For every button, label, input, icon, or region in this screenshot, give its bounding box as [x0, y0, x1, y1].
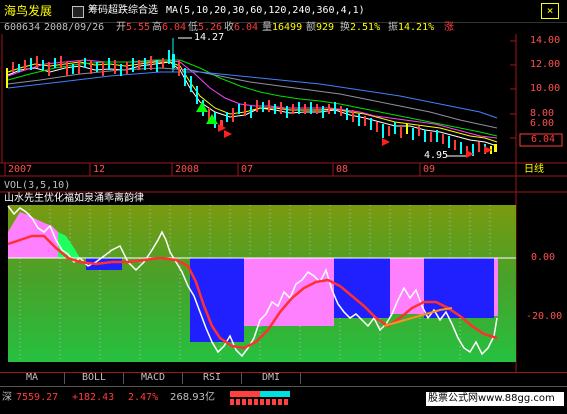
candlesticks [6, 38, 497, 156]
osc-tick-minus20: -20.00 [526, 311, 563, 322]
index-change: +182.43 [72, 392, 115, 403]
price-tick-1: 14.00 [530, 35, 561, 46]
max-annotation: 14.27 [194, 32, 225, 43]
breadth-ticks [230, 399, 290, 405]
tab-rsi[interactable]: RSI [183, 372, 242, 384]
ma-params: MA(5,10,20,30,60,120,240,360,4,1) [166, 5, 365, 16]
index-name: 深 [2, 392, 12, 403]
signal-arrows [218, 124, 492, 158]
amplitude-value: 14.21% [398, 22, 435, 33]
status-bar: 深 7559.27 +182.43 2.47% 268.93亿 股票公式网www… [0, 386, 567, 414]
quote-date: 2008/09/26 [44, 22, 105, 33]
indicator-name[interactable]: 筹码超跌综合选 [88, 5, 158, 17]
time-label-08: 08 [336, 164, 349, 175]
turnover-value: 2.51% [350, 22, 381, 33]
tab-boll-label: BOLL [81, 372, 107, 383]
close-label: 收 [224, 22, 234, 33]
close-button[interactable]: × [541, 3, 559, 19]
period-label[interactable]: 日线 [524, 164, 544, 176]
time-label-07: 07 [241, 164, 254, 175]
price-tick-2: 12.00 [530, 59, 561, 70]
status-bar-top-line [0, 386, 567, 387]
open-label: 开 [116, 22, 126, 33]
vol-panel-label: VOL(3,5,10) [4, 180, 71, 191]
indicator-checkbox[interactable] [72, 6, 84, 18]
time-axis-ticks [4, 163, 421, 176]
tab-dmi-label: DMI [261, 372, 281, 383]
title-bar: 海鸟发展 筹码超跌综合选 MA(5,10,20,30,60,120,240,36… [0, 0, 567, 23]
watermark-box: 股票公式网www.88gg.com [426, 392, 564, 406]
osc-tick-0: 0.00 [531, 252, 556, 263]
stock-code: 600634 [4, 22, 41, 33]
tab-macd-label: MACD [140, 372, 166, 383]
price-axis-gridticks [510, 40, 516, 139]
moving-averages [7, 59, 498, 147]
price-tick-3: 10.00 [530, 83, 561, 94]
more-indicator: 涨 [444, 22, 454, 33]
vol-value: 16499 [272, 22, 303, 33]
index-turnover: 268.93亿 [170, 392, 215, 403]
close-icon: × [546, 4, 554, 17]
amplitude-label: 振 [388, 22, 398, 33]
time-label-2008: 2008 [175, 164, 200, 175]
turnover-label: 换 [340, 22, 350, 33]
tab-ma-label: MA [25, 372, 39, 383]
tab-rsi-label: RSI [202, 372, 222, 383]
high-label: 高 [152, 22, 162, 33]
amount-value: 929 [316, 22, 335, 33]
time-label-09: 09 [423, 164, 436, 175]
time-label-12: 12 [93, 164, 106, 175]
tab-macd[interactable]: MACD [124, 372, 183, 384]
index-change-pct: 2.47% [128, 392, 159, 403]
vol-label: 量 [262, 22, 272, 33]
ma-white [7, 61, 498, 147]
min-annotation: 4.95 [424, 150, 449, 161]
time-label-2007: 2007 [8, 164, 33, 175]
stock-name[interactable]: 海鸟发展 [4, 5, 52, 17]
tab-dmi[interactable]: DMI [242, 372, 301, 384]
breadth-bar [230, 391, 290, 397]
tab-boll[interactable]: BOLL [65, 372, 124, 384]
quote-info-bar: 600634 2008/09/26 开 5.55 高 6.04 低 5.26 收… [0, 22, 567, 34]
high-value: 6.04 [162, 22, 187, 33]
watermark: 股票公式网www.88gg.com [428, 393, 555, 404]
open-value: 5.55 [126, 22, 151, 33]
osc-panel-label: 山水先生优化福如泉涌乖离韵律 [4, 193, 144, 204]
index-value: 7559.27 [16, 392, 59, 403]
close-value: 6.04 [234, 22, 259, 33]
ma-green [7, 59, 498, 137]
amount-label: 额 [306, 22, 316, 33]
current-price-label: 6.04 [531, 134, 556, 145]
tab-ma[interactable]: MA [0, 372, 65, 384]
price-tick-5: 6.00 [530, 118, 555, 129]
